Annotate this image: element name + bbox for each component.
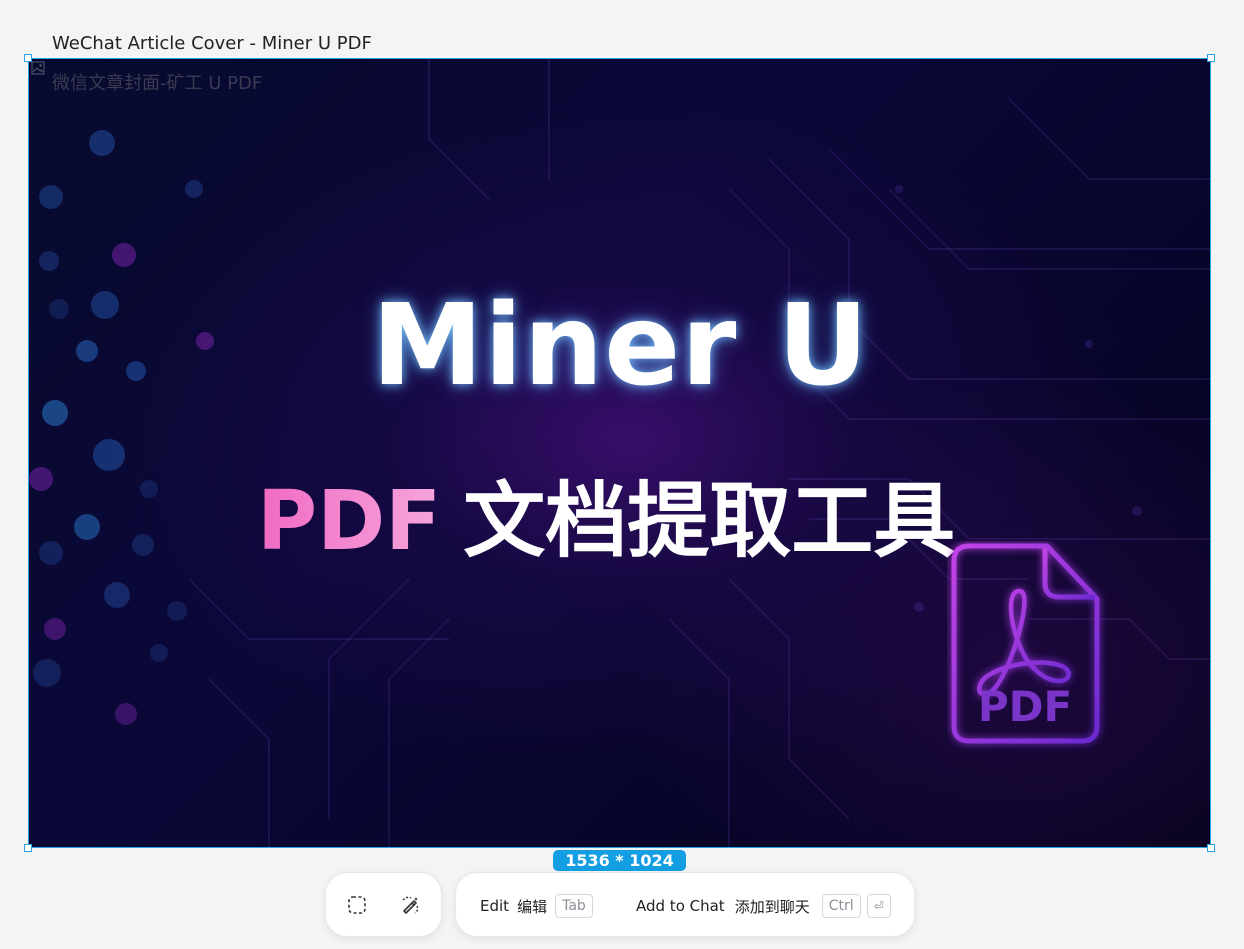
- chat-shortcut-enter-icon: ⏎: [866, 894, 891, 918]
- frame-subtitle: 微信文章封面-矿工 U PDF: [52, 73, 263, 94]
- subline-accent: PDF: [257, 474, 442, 569]
- select-tool-button[interactable]: [343, 891, 371, 919]
- dashed-select-icon: [348, 896, 366, 914]
- subline-text: 文档提取工具: [463, 474, 956, 569]
- edit-tool-button[interactable]: [396, 891, 424, 919]
- action-group: Edit 编辑 Tab Add to Chat 添加到聊天 Ctrl ⏎: [455, 872, 915, 937]
- magic-pen-icon: [402, 896, 419, 914]
- edit-label: Edit: [480, 897, 510, 915]
- chat-label: Add to Chat: [636, 897, 725, 915]
- resize-handle-bottom-right[interactable]: [1207, 844, 1215, 852]
- canvas-title: WeChat Article Cover - Miner U PDF: [52, 33, 372, 54]
- pdf-icon-label: PDF: [978, 682, 1072, 731]
- image-icon: [31, 61, 45, 75]
- chat-label-cn: 添加到聊天: [734, 897, 810, 916]
- artwork-headline: Miner U: [371, 281, 870, 411]
- resize-handle-top-right[interactable]: [1207, 54, 1215, 62]
- resize-handle-top-left[interactable]: [24, 54, 32, 62]
- image-size-badge: 1536 * 1024: [553, 850, 686, 871]
- edit-action-button[interactable]: Edit 编辑 Tab: [480, 894, 593, 918]
- image-frame[interactable]: 微信文章封面-矿工 U PDF Miner U PDF 文档提取工具 PDF: [28, 58, 1211, 848]
- artwork-subline: PDF 文档提取工具: [257, 454, 955, 573]
- edit-label-cn: 编辑: [517, 897, 548, 916]
- resize-handle-bottom-left[interactable]: [24, 844, 32, 852]
- pdf-file-icon: PDF: [951, 543, 1100, 744]
- chat-shortcut-ctrl: Ctrl: [821, 894, 861, 918]
- edit-shortcut-key: Tab: [555, 894, 593, 918]
- tool-group: [325, 872, 442, 937]
- add-to-chat-button[interactable]: Add to Chat 添加到聊天 Ctrl ⏎: [636, 894, 891, 918]
